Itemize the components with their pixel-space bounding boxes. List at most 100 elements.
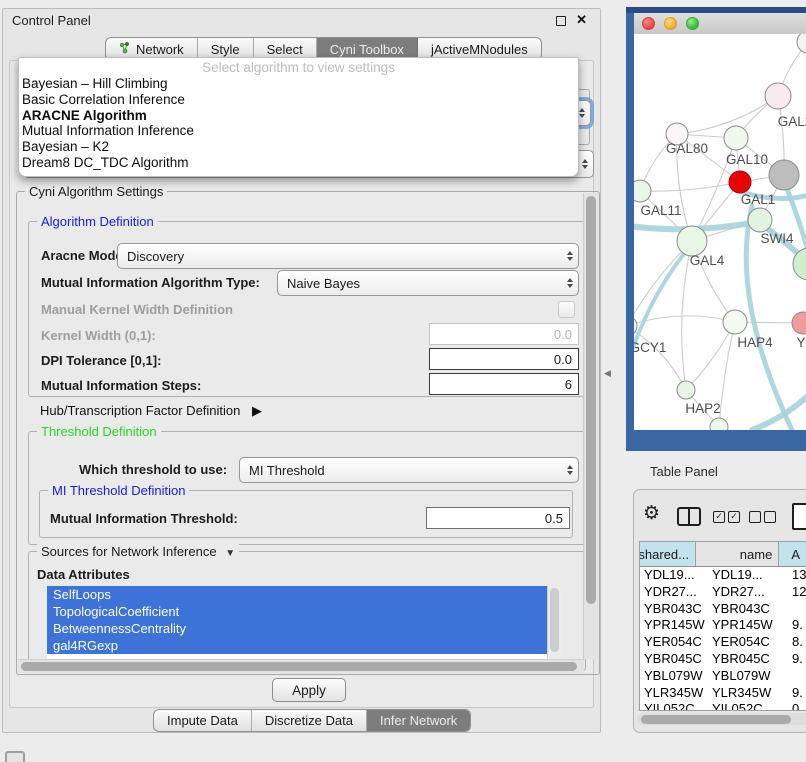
algorithm-option-bayesian-hill-climbing[interactable]: Bayesian – Hill Climbing — [19, 76, 578, 92]
minimize-traffic-light-icon[interactable] — [664, 17, 677, 30]
table-row[interactable]: YIL052CYIL052C0. — [640, 701, 806, 711]
cell-shared-name: YDL19... — [644, 567, 695, 584]
network-node-gal11[interactable] — [634, 180, 651, 202]
which-threshold-combo[interactable]: MI Threshold — [239, 457, 579, 483]
list-scrollbar[interactable] — [547, 586, 561, 668]
table-row[interactable]: YBR043CYBR043C — [640, 601, 806, 618]
which-threshold-label: Which threshold to use: — [79, 462, 227, 477]
network-node-label-gcy1: GCY1 — [634, 340, 666, 355]
settings-hscrollbar-thumb[interactable] — [21, 662, 577, 671]
kernel-width-field[interactable]: 0.0 — [429, 323, 579, 345]
cell-name: YIL052C — [712, 701, 763, 711]
node-table: shared...nameA YDL19...YDL19...13YDR27..… — [639, 541, 806, 711]
table-row[interactable]: YLR345WYLR345W9. — [640, 685, 806, 702]
network-node-label-gal1: GAL1 — [741, 192, 776, 207]
mi-threshold-group-title: MI Threshold Definition — [48, 483, 189, 498]
settings-vscrollbar-thumb[interactable] — [586, 196, 596, 604]
algorithm-option-dream8-dc-tdc-algorithm[interactable]: Dream8 DC_TDC Algorithm — [19, 155, 578, 171]
mi-threshold-field[interactable]: 0.5 — [426, 507, 570, 529]
dpi-tolerance-field[interactable]: 0.0 — [429, 348, 579, 370]
checkbox-empty-icon[interactable] — [764, 511, 776, 523]
table-row[interactable]: YDR27... YDR27... 12 — [640, 584, 806, 601]
table-row[interactable]: YDL19...YDL19...13 — [640, 567, 806, 584]
cell-shared-name: YER054C — [644, 634, 702, 651]
network-node-label-hap4: HAP4 — [737, 335, 773, 350]
table-row[interactable]: YBR045CYBR045C9. — [640, 651, 806, 668]
network-edge[interactable] — [719, 322, 735, 427]
threshold-definition-group: Threshold Definition Which threshold to … — [28, 431, 586, 545]
corner-partial-button[interactable] — [5, 751, 25, 762]
network-node-y[interactable] — [792, 312, 806, 334]
cell-name: YDR27... — [712, 584, 765, 601]
gear-icon[interactable]: ⚙ — [643, 502, 660, 524]
list-scrollbar-thumb[interactable] — [550, 588, 559, 652]
column-header-name[interactable]: name — [696, 542, 779, 566]
float-window-icon[interactable] — [556, 16, 566, 26]
hub-section-header[interactable]: Hub/Transcription Factor Definition ▶ — [40, 403, 262, 419]
network-edge[interactable] — [634, 326, 686, 390]
column-header-a[interactable]: A — [779, 542, 806, 566]
threshold-definition-title: Threshold Definition — [37, 424, 161, 439]
network-node-label-gal11: GAL11 — [640, 203, 681, 218]
zoom-traffic-light-icon[interactable] — [686, 17, 699, 30]
network-window-titlebar[interactable] — [634, 13, 806, 35]
network-edge[interactable] — [677, 96, 778, 134]
collapse-down-icon[interactable]: ▼ — [225, 548, 235, 559]
table-document-icon[interactable] — [792, 503, 806, 530]
cell-shared-name: YDR27... — [644, 584, 697, 601]
network-node-gal4[interactable] — [677, 226, 707, 256]
close-icon[interactable]: ✕ — [576, 12, 587, 28]
settings-vscrollbar[interactable] — [583, 193, 598, 659]
table-hscrollbar-thumb[interactable] — [641, 715, 791, 724]
aracne-mode-combo[interactable]: Discovery — [117, 243, 579, 269]
algorithm-option-basic-correlation-inference[interactable]: Basic Correlation Inference — [19, 92, 578, 108]
network-node[interactable] — [797, 34, 806, 53]
panel-splitter-arrow-icon[interactable]: ◀ — [604, 368, 611, 379]
network-node-swi4[interactable] — [748, 208, 772, 232]
checkbox-checked-icon[interactable]: ✓ — [713, 511, 725, 523]
network-node-gal10[interactable] — [724, 126, 748, 150]
bottom-tab-discretize-data[interactable]: Discretize Data — [252, 710, 367, 731]
columns-icon[interactable] — [677, 507, 701, 526]
bottom-tab-impute-data[interactable]: Impute Data — [154, 710, 252, 731]
attribute-item-betweennesscentrality[interactable]: BetweennessCentrality — [47, 620, 561, 637]
attribute-item-gal4rgexp[interactable]: gal4RGexp — [47, 637, 561, 654]
attribute-item-selfloops[interactable]: SelfLoops — [47, 586, 561, 603]
table-panel-title: Table Panel — [650, 464, 718, 479]
column-header-shared[interactable]: shared... — [640, 542, 696, 566]
algorithm-option-bayesian-k2[interactable]: Bayesian – K2 — [19, 139, 578, 155]
data-attributes-list[interactable]: SelfLoopsTopologicalCoefficientBetweenne… — [47, 586, 561, 668]
network-node-hap4[interactable] — [723, 310, 747, 334]
cell-value: 8. — [792, 634, 803, 651]
checkbox-empty-icon[interactable] — [749, 511, 761, 523]
cell-shared-name: YBL079W — [644, 668, 703, 685]
table-hscrollbar[interactable] — [637, 713, 806, 725]
tab-label: Network — [136, 42, 184, 57]
manual-kernel-checkbox[interactable] — [558, 301, 575, 318]
table-row[interactable]: YBL079WYBL079W — [640, 668, 806, 685]
network-node-hap2[interactable] — [677, 381, 695, 399]
settings-hscrollbar[interactable] — [18, 659, 584, 673]
table-row[interactable]: YPR145WYPR145W9. — [640, 617, 806, 634]
cell-value: 9. — [792, 685, 803, 702]
attribute-item-topologicalcoefficient[interactable]: TopologicalCoefficient — [47, 603, 561, 620]
network-edge[interactable] — [640, 182, 740, 191]
network-node-gal2[interactable] — [765, 83, 791, 109]
network-node-label-gal10: GAL10 — [726, 152, 768, 167]
apply-button[interactable]: Apply — [272, 678, 346, 702]
network-edge[interactable] — [634, 316, 735, 326]
mi-type-combo[interactable]: Naive Bayes — [277, 270, 579, 296]
mi-steps-field[interactable]: 6 — [429, 373, 579, 395]
cell-value: 12 — [792, 584, 806, 601]
network-node[interactable] — [769, 160, 799, 190]
close-traffic-light-icon[interactable] — [642, 17, 655, 30]
table-row[interactable]: YER054CYER054C8. — [640, 634, 806, 651]
algorithm-option-aracne-algorithm[interactable]: ARACNE Algorithm — [19, 108, 578, 124]
bottom-tab-infer-network[interactable]: Infer Network — [367, 710, 470, 731]
sources-group: Sources for Network Inference ▼ Data Att… — [28, 551, 586, 671]
network-node-gal1[interactable] — [729, 171, 751, 193]
checkbox-checked-icon[interactable]: ✓ — [728, 511, 740, 523]
algorithm-option-mutual-information-inference[interactable]: Mutual Information Inference — [19, 123, 578, 139]
network-canvas[interactable]: GAL2GAL80GAL10GAL1GAL11GAL4SWI4HAP4YGCY1… — [634, 34, 806, 430]
aracne-mode-value: Discovery — [127, 249, 184, 264]
